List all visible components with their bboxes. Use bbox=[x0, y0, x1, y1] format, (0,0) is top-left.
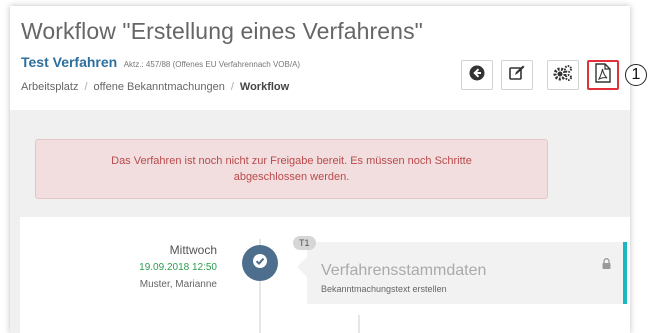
procedure-reference: Aktz.: 457/88 (Offenes EU Verfahrennach … bbox=[123, 60, 301, 69]
breadcrumb-item-arbeitsplatz[interactable]: Arbeitsplatz bbox=[21, 81, 78, 93]
pdf-icon bbox=[595, 62, 611, 88]
procedure-subtitle: Test Verfahren Aktz.: 457/88 (Offenes EU… bbox=[21, 54, 300, 72]
timeline-user: Muster, Marianne bbox=[139, 279, 217, 290]
page-title: Workflow "Erstellung eines Verfahrens" bbox=[21, 18, 423, 44]
step-title: Verfahrensstammdaten bbox=[321, 262, 487, 279]
timeline-day: Mittwoch bbox=[169, 243, 217, 257]
breadcrumb-separator: / bbox=[230, 81, 234, 93]
timeline-line bbox=[358, 315, 360, 333]
back-button[interactable] bbox=[461, 60, 493, 90]
settings-gears-icon bbox=[552, 64, 574, 87]
step-card-pointer bbox=[297, 257, 307, 277]
step-status-marker bbox=[242, 245, 278, 281]
breadcrumb-separator: / bbox=[84, 81, 88, 93]
step-card[interactable]: Verfahrensstammdaten Bekanntmachungstext… bbox=[307, 242, 627, 304]
workflow-panel: Workflow "Erstellung eines Verfahrens" T… bbox=[10, 6, 630, 333]
step-description: Bekanntmachungstext erstellen bbox=[321, 284, 447, 294]
callout-marker: 1 bbox=[625, 64, 647, 86]
breadcrumb-item-current: Workflow bbox=[239, 81, 290, 93]
breadcrumb: Arbeitsplatz / offene Bekanntmachungen / Wor… bbox=[21, 81, 289, 93]
back-arrow-circle-icon bbox=[469, 65, 485, 86]
timeline-datetime: 19.09.2018 12:50 bbox=[139, 262, 217, 273]
check-icon bbox=[252, 253, 268, 274]
settings-button[interactable] bbox=[547, 60, 579, 90]
page-header: Workflow "Erstellung eines Verfahrens" T… bbox=[10, 6, 630, 110]
alert-text: Das Verfahren ist noch nicht zur Freigab… bbox=[111, 155, 472, 183]
workflow-timeline: Mittwoch 19.09.2018 12:50 Muster, Marian… bbox=[20, 217, 630, 333]
workflow-content: Das Verfahren ist noch nicht zur Freigab… bbox=[10, 110, 630, 333]
edit-icon bbox=[508, 64, 526, 87]
breadcrumb-item-bekanntmachungen[interactable]: offene Bekanntmachungen bbox=[94, 81, 225, 93]
status-alert: Das Verfahren ist noch nicht zur Freigab… bbox=[35, 139, 548, 199]
lock-icon bbox=[602, 256, 611, 274]
pdf-export-button[interactable] bbox=[587, 60, 619, 90]
edit-button[interactable] bbox=[501, 60, 533, 90]
step-badge: T1 bbox=[293, 236, 316, 250]
procedure-name: Test Verfahren bbox=[21, 54, 118, 70]
